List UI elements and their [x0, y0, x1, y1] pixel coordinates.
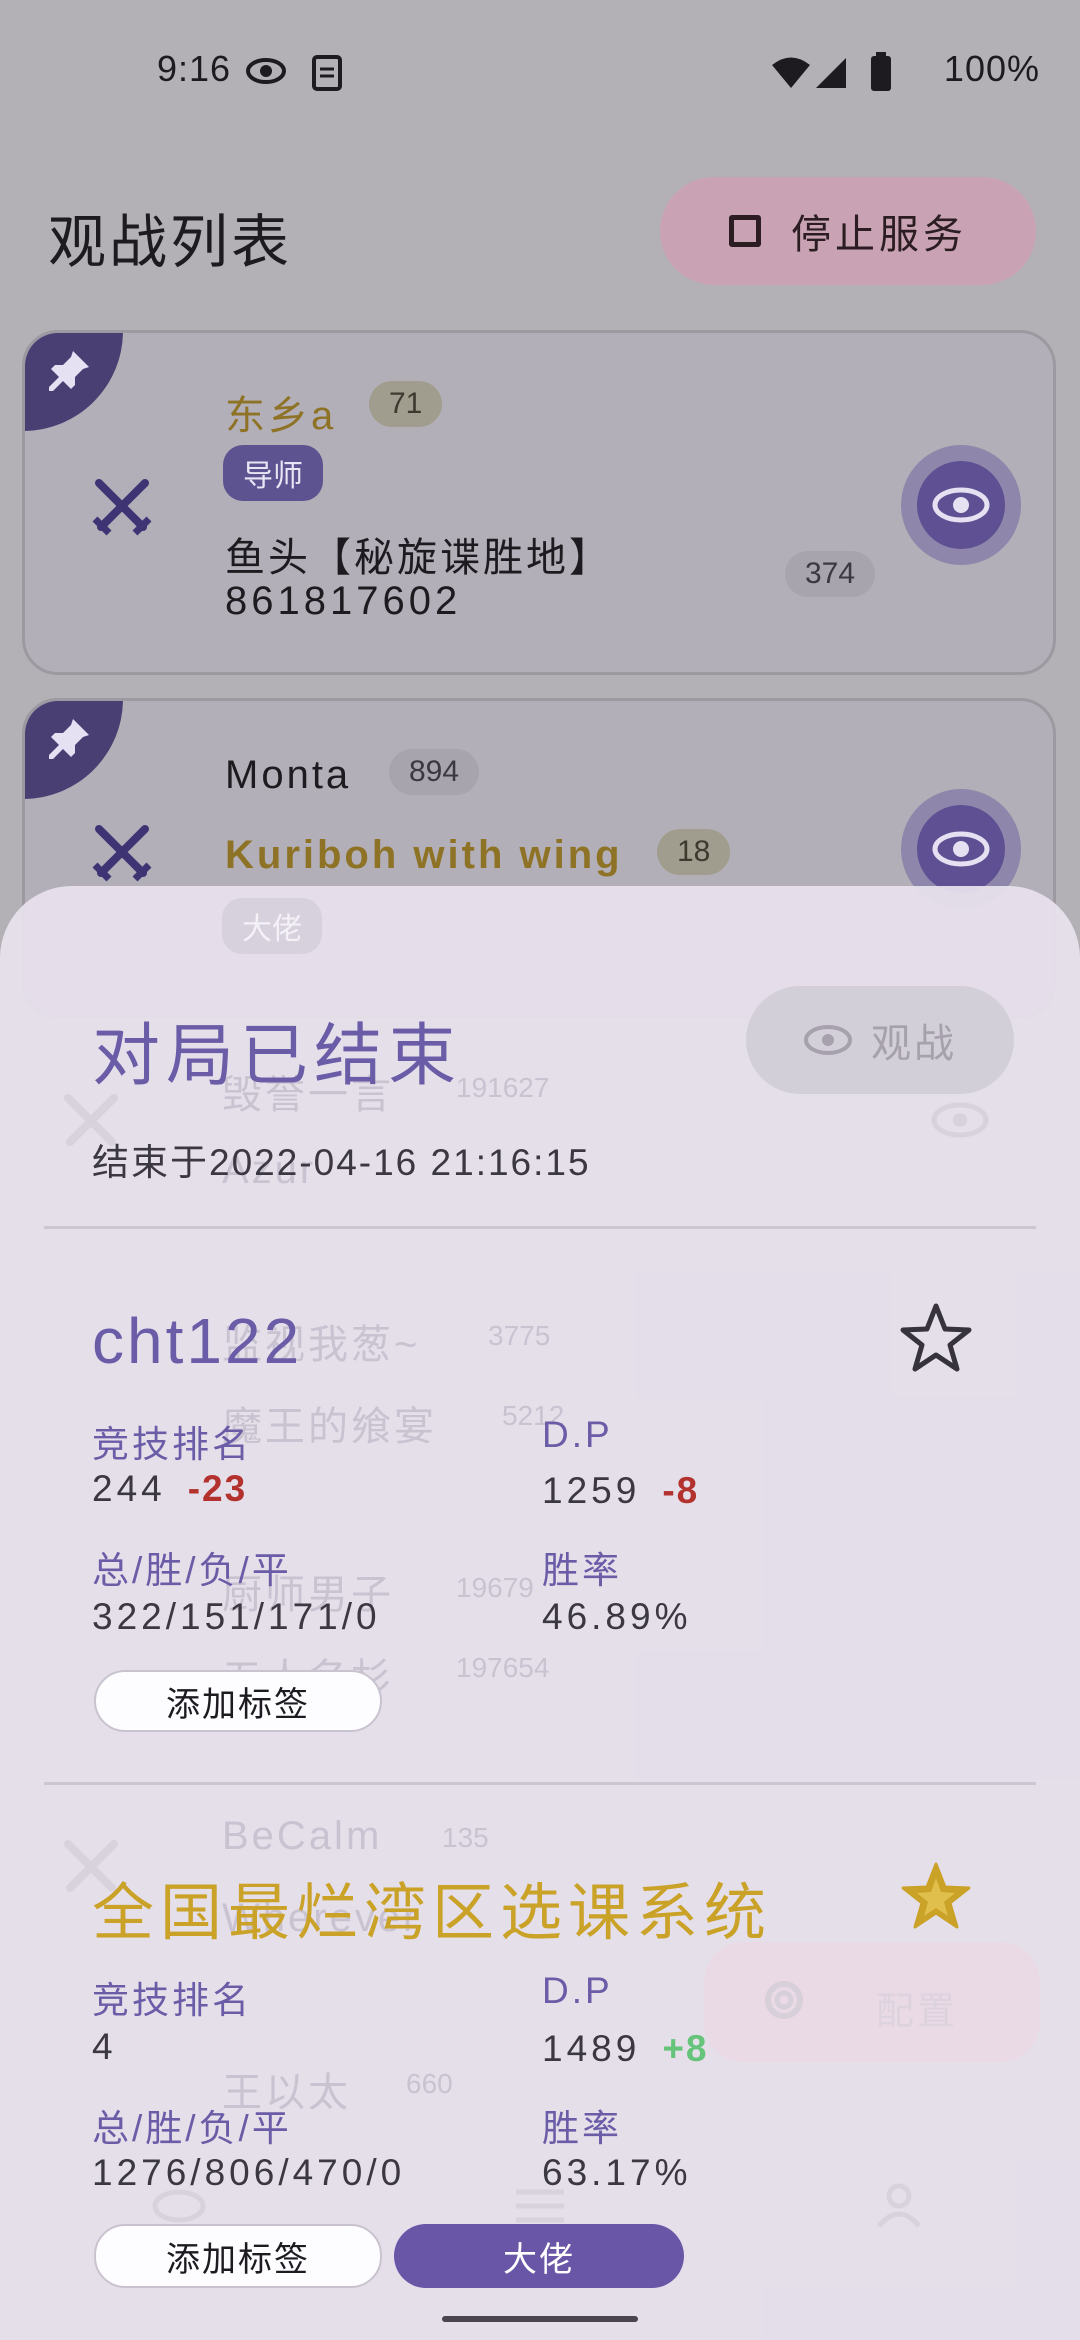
- rank-value: 4: [92, 2026, 117, 2067]
- player2-name: Kuriboh with wing: [225, 833, 623, 877]
- winrate-value: 46.89%: [542, 1596, 692, 1637]
- visibility-icon: [246, 56, 286, 91]
- player2-rank: 18: [657, 829, 731, 875]
- divider: [44, 1782, 1036, 1785]
- status-time: 9:16: [157, 48, 232, 89]
- watch-button-label: 观战: [871, 1022, 957, 1066]
- pin-icon: [49, 351, 89, 391]
- dp-value: 1259 -8: [542, 1470, 700, 1511]
- record-value: 322/151/171/0: [92, 1596, 381, 1637]
- watch-button[interactable]: 观战: [746, 986, 1014, 1094]
- swords-icon: [91, 821, 153, 888]
- eye-icon: [932, 831, 990, 867]
- player2-name: 鱼头【秘旋谍胜地】: [225, 536, 612, 580]
- player2-rank: 374: [785, 551, 876, 597]
- stop-service-label: 停止服务: [791, 213, 967, 257]
- rank-label: 竞技排名: [92, 1424, 252, 1465]
- player-tag-chip[interactable]: 大佬: [394, 2224, 684, 2288]
- ghost-row: 魔王的飨宴: [222, 1405, 437, 1449]
- dp-label: D.P: [542, 1970, 613, 2011]
- signal-icon: [814, 56, 848, 95]
- stop-icon: [729, 215, 761, 247]
- divider: [44, 1226, 1036, 1229]
- player1-rank: 71: [369, 381, 443, 427]
- pin-badge[interactable]: [25, 333, 123, 431]
- ghost-rank: 135: [442, 1822, 489, 1853]
- wifi-icon: [770, 56, 812, 95]
- ghost-rank: 660: [406, 2068, 453, 2099]
- record-label: 总/胜/负/平: [92, 2108, 292, 2149]
- swords-icon: [91, 475, 153, 542]
- eye-icon: [804, 1025, 852, 1055]
- ghost-rank: 191627: [456, 1072, 550, 1103]
- match-card[interactable]: 东乡a 71 导师 鱼头【秘旋谍胜地】 861817602 374: [22, 330, 1056, 675]
- rank-label: 竞技排名: [92, 1980, 252, 2021]
- add-tag-button[interactable]: 添加标签: [94, 2224, 382, 2288]
- dp-value: 1489 +8: [542, 2028, 709, 2069]
- watch-match-button[interactable]: [901, 445, 1021, 565]
- page-title: 观战列表: [48, 210, 293, 275]
- ghost-tag: 大佬: [222, 898, 322, 954]
- eye-icon: [932, 487, 990, 523]
- add-tag-button[interactable]: 添加标签: [94, 1670, 382, 1732]
- settings-icon: [758, 1974, 810, 2031]
- player2-id: 861817602: [225, 579, 462, 623]
- stop-service-button[interactable]: 停止服务: [660, 177, 1036, 285]
- player-name: 全国最烂湾区选课系统: [92, 1879, 773, 1948]
- record-label: 总/胜/负/平: [92, 1550, 292, 1591]
- winrate-label: 胜率: [542, 1550, 622, 1591]
- ended-time: 结束于2022-04-16 21:16:15: [92, 1142, 591, 1183]
- ghost-config-button: [704, 1942, 1040, 2062]
- person-icon: [876, 2182, 922, 2233]
- eye-icon: [930, 1100, 990, 1145]
- ghost-rank: 3775: [488, 1320, 551, 1351]
- pin-badge[interactable]: [25, 701, 123, 799]
- record-value: 1276/806/470/0: [92, 2152, 406, 2193]
- player1-name: Monta: [225, 753, 352, 797]
- rank-change: -23: [187, 1468, 248, 1509]
- dp-change: -8: [662, 1470, 700, 1511]
- ghost-rank: 19679: [456, 1572, 534, 1603]
- winrate-label: 胜率: [542, 2108, 622, 2149]
- player1-name: 东乡a: [225, 394, 337, 438]
- dp-change: +8: [662, 2028, 709, 2069]
- home-indicator[interactable]: [442, 2316, 638, 2322]
- battery-level: 100%: [943, 48, 1040, 89]
- star-outline-icon[interactable]: [900, 1302, 972, 1379]
- note-icon: [311, 54, 343, 97]
- player1-tag: 导师: [223, 445, 323, 501]
- sheet-title: 对局已结束: [92, 1018, 463, 1094]
- winrate-value: 63.17%: [542, 2152, 692, 2193]
- pin-icon: [49, 719, 89, 759]
- battery-icon: [870, 52, 892, 97]
- ghost-row: BeCalm: [222, 1814, 383, 1858]
- dp-label: D.P: [542, 1414, 613, 1455]
- star-filled-icon[interactable]: [900, 1860, 972, 1937]
- rank-value: 244 -23: [92, 1468, 248, 1509]
- ghost-rank: 197654: [456, 1652, 550, 1683]
- player1-rank: 894: [389, 749, 480, 795]
- ghost-config-label: 配置: [876, 1991, 959, 2033]
- player-name: cht122: [92, 1305, 303, 1377]
